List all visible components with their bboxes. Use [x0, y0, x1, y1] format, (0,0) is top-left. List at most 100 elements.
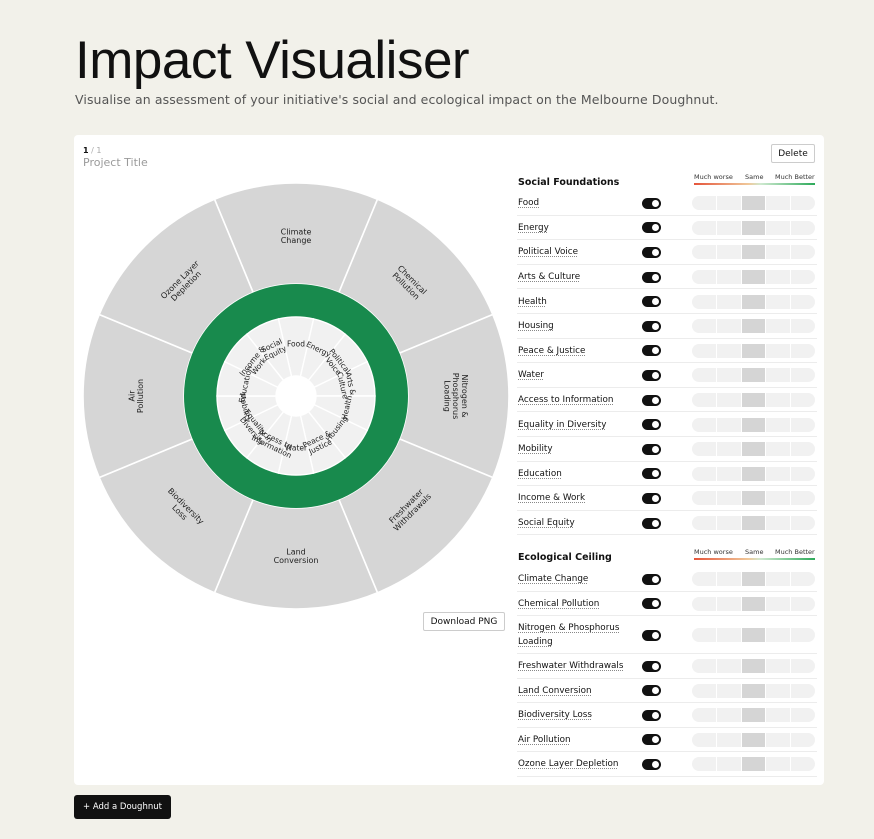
rating-option-4[interactable] [766, 466, 791, 481]
row-label[interactable]: Health [518, 295, 547, 309]
toggle-switch[interactable] [642, 197, 661, 209]
rating-option-2[interactable] [716, 393, 741, 408]
row-label[interactable]: Access to Information [518, 393, 613, 407]
rating-option-4[interactable] [766, 516, 791, 531]
rating-option-2[interactable] [716, 368, 741, 383]
rating-option-2[interactable] [716, 683, 741, 698]
rating-option-5[interactable] [791, 491, 815, 506]
toggle-switch[interactable] [642, 271, 661, 283]
rating-option-4[interactable] [766, 196, 791, 211]
rating-option-4[interactable] [766, 732, 791, 747]
toggle-switch[interactable] [642, 246, 661, 258]
toggle-switch[interactable] [642, 320, 661, 332]
rating-option-4[interactable] [766, 683, 791, 698]
rating-option-4[interactable] [766, 393, 791, 408]
rating-option-1[interactable] [692, 417, 716, 432]
rating-option-1[interactable] [692, 343, 716, 358]
delete-button[interactable]: Delete [771, 144, 815, 163]
row-label[interactable]: Equality in Diversity [518, 418, 606, 432]
row-label[interactable]: Biodiversity Loss [518, 708, 592, 722]
rating-option-2[interactable] [716, 757, 741, 772]
rating-option-4[interactable] [766, 659, 791, 674]
toggle-switch[interactable] [642, 517, 661, 529]
row-label[interactable]: Climate Change [518, 572, 588, 586]
rating-option-3[interactable] [741, 516, 766, 531]
row-label[interactable]: Energy [518, 221, 549, 235]
row-label[interactable]: Freshwater Withdrawals [518, 659, 623, 673]
rating-option-2[interactable] [716, 196, 741, 211]
rating-option-3[interactable] [741, 196, 766, 211]
rating-option-1[interactable] [692, 491, 716, 506]
rating-option-1[interactable] [692, 196, 716, 211]
rating-option-4[interactable] [766, 368, 791, 383]
rating-option-1[interactable] [692, 319, 716, 334]
rating-option-5[interactable] [791, 417, 815, 432]
toggle-switch[interactable] [642, 296, 661, 308]
toggle-switch[interactable] [642, 685, 661, 697]
rating-option-1[interactable] [692, 270, 716, 285]
project-title[interactable]: Project Title [83, 156, 148, 169]
rating-option-5[interactable] [791, 732, 815, 747]
rating-option-5[interactable] [791, 659, 815, 674]
row-label[interactable]: Income & Work [518, 491, 585, 505]
rating-option-5[interactable] [791, 245, 815, 260]
rating-option-5[interactable] [791, 393, 815, 408]
rating-option-4[interactable] [766, 319, 791, 334]
rating-option-2[interactable] [716, 572, 741, 587]
rating-option-1[interactable] [692, 659, 716, 674]
rating-option-3[interactable] [741, 294, 766, 309]
rating-option-1[interactable] [692, 245, 716, 260]
row-label[interactable]: Social Equity [518, 516, 575, 530]
toggle-switch[interactable] [642, 629, 661, 641]
rating-option-4[interactable] [766, 708, 791, 723]
rating-option-3[interactable] [741, 659, 766, 674]
rating-option-2[interactable] [716, 343, 741, 358]
rating-option-3[interactable] [741, 270, 766, 285]
download-png-button[interactable]: Download PNG [423, 612, 505, 631]
row-label[interactable]: Peace & Justice [518, 344, 585, 358]
rating-option-2[interactable] [716, 708, 741, 723]
rating-option-3[interactable] [741, 708, 766, 723]
rating-option-2[interactable] [716, 659, 741, 674]
row-label[interactable]: Nitrogen & Phosphorus Loading [518, 621, 628, 649]
rating-option-2[interactable] [716, 628, 741, 642]
toggle-switch[interactable] [642, 660, 661, 672]
rating-option-3[interactable] [741, 466, 766, 481]
rating-option-3[interactable] [741, 417, 766, 432]
toggle-switch[interactable] [642, 468, 661, 480]
rating-option-5[interactable] [791, 196, 815, 211]
row-label[interactable]: Ozone Layer Depletion [518, 757, 619, 771]
row-label[interactable]: Education [518, 467, 562, 481]
rating-option-4[interactable] [766, 343, 791, 358]
rating-option-1[interactable] [692, 757, 716, 772]
row-label[interactable]: Chemical Pollution [518, 597, 599, 611]
rating-option-3[interactable] [741, 628, 766, 642]
row-label[interactable]: Housing [518, 319, 554, 333]
rating-option-4[interactable] [766, 491, 791, 506]
toggle-switch[interactable] [642, 369, 661, 381]
rating-option-3[interactable] [741, 757, 766, 772]
rating-option-5[interactable] [791, 220, 815, 235]
rating-option-2[interactable] [716, 466, 741, 481]
rating-option-3[interactable] [741, 683, 766, 698]
rating-option-2[interactable] [716, 491, 741, 506]
rating-option-1[interactable] [692, 516, 716, 531]
rating-option-3[interactable] [741, 596, 766, 611]
row-label[interactable]: Land Conversion [518, 684, 592, 698]
rating-option-3[interactable] [741, 572, 766, 587]
rating-option-1[interactable] [692, 466, 716, 481]
rating-option-2[interactable] [716, 245, 741, 260]
rating-option-3[interactable] [741, 442, 766, 457]
rating-option-5[interactable] [791, 442, 815, 457]
rating-option-4[interactable] [766, 294, 791, 309]
toggle-switch[interactable] [642, 222, 661, 234]
rating-option-1[interactable] [692, 596, 716, 611]
rating-option-5[interactable] [791, 708, 815, 723]
row-label[interactable]: Mobility [518, 442, 553, 456]
rating-option-3[interactable] [741, 491, 766, 506]
rating-option-2[interactable] [716, 596, 741, 611]
rating-option-5[interactable] [791, 319, 815, 334]
rating-option-4[interactable] [766, 628, 791, 642]
rating-option-2[interactable] [716, 732, 741, 747]
rating-option-1[interactable] [692, 732, 716, 747]
